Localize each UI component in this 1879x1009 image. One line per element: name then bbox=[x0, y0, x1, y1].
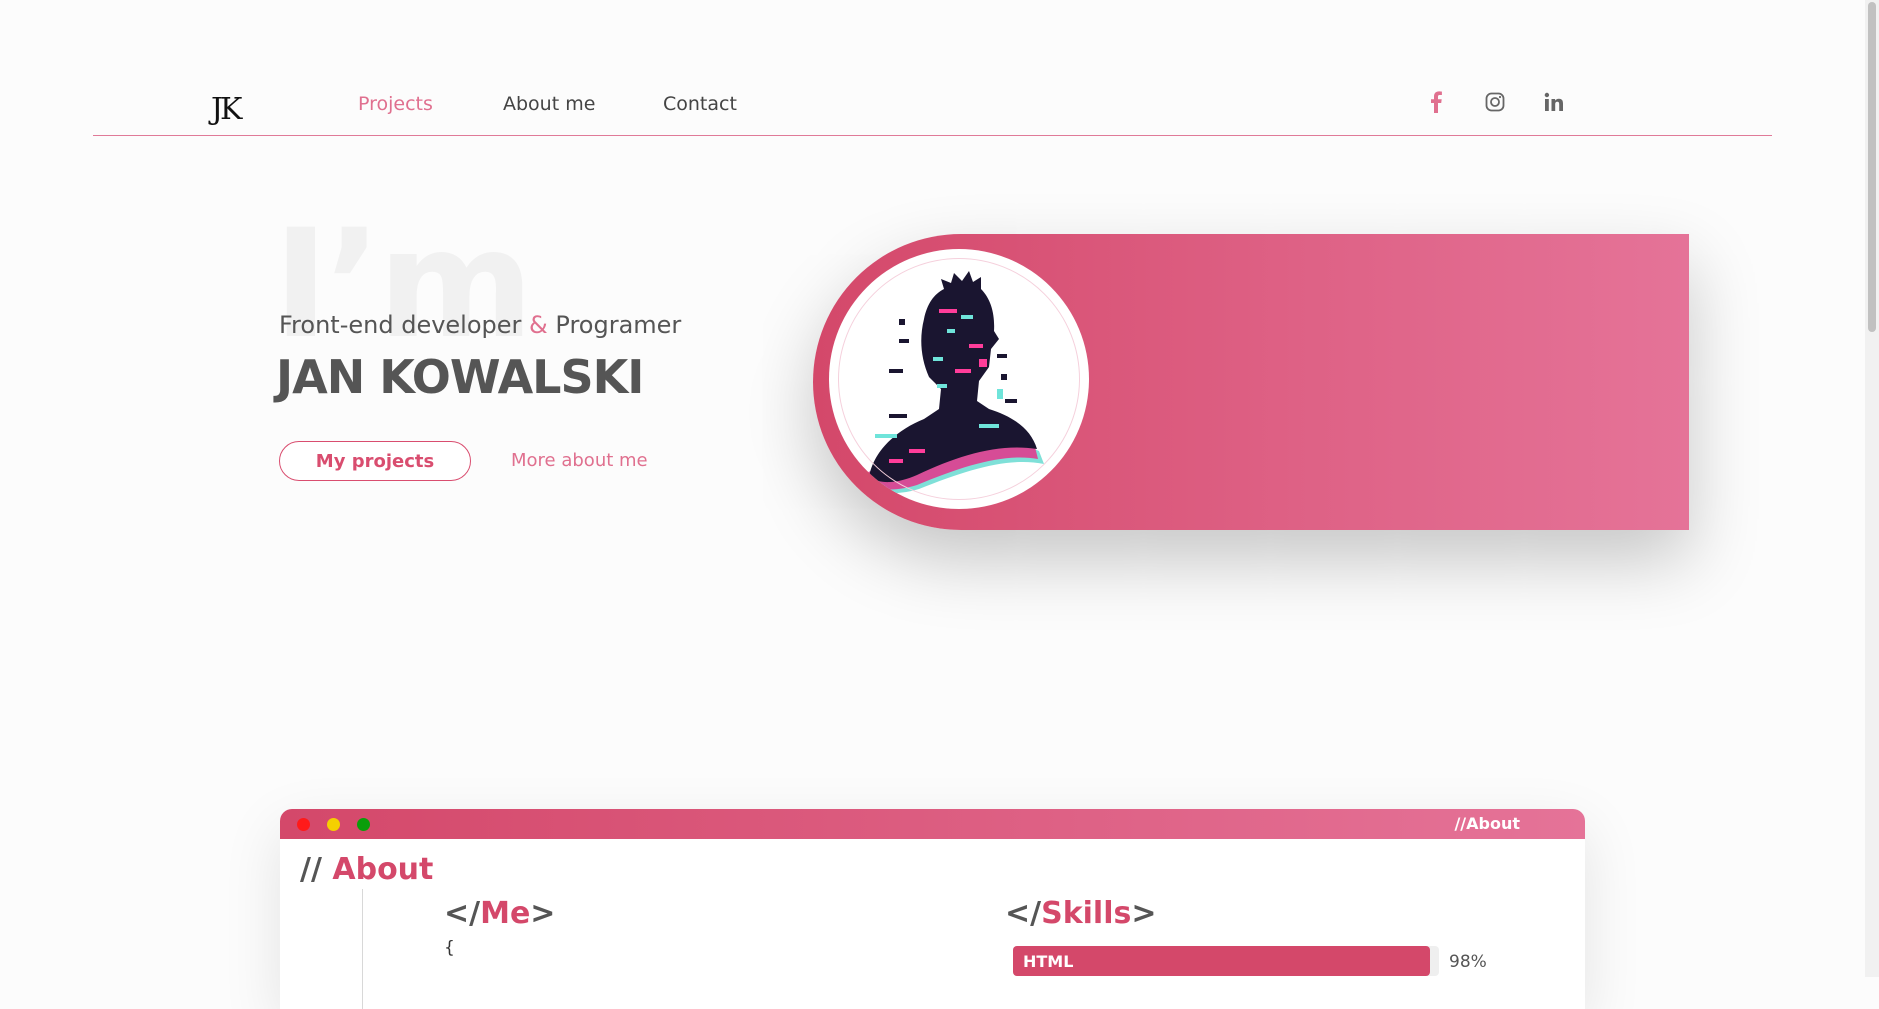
nav-link-contact[interactable]: Contact bbox=[663, 93, 737, 115]
skill-bar-html: HTML bbox=[1013, 946, 1439, 976]
avatar-ring bbox=[838, 258, 1080, 500]
minimize-dot-icon[interactable] bbox=[327, 818, 340, 831]
skills-word: Skills bbox=[1041, 896, 1132, 931]
skills-close-tag: > bbox=[1131, 896, 1157, 931]
my-projects-button[interactable]: My projects bbox=[279, 441, 471, 481]
about-heading-word: About bbox=[332, 852, 434, 887]
code-gutter-line bbox=[362, 889, 363, 1009]
site-logo[interactable]: JK bbox=[211, 92, 243, 127]
avatar bbox=[829, 249, 1089, 509]
code-brace: { bbox=[444, 938, 455, 958]
nav-link-projects[interactable]: Projects bbox=[358, 93, 433, 115]
maximize-dot-icon[interactable] bbox=[357, 818, 370, 831]
subtitle-part2: Programer bbox=[555, 311, 682, 339]
skills-heading: </Skills> bbox=[1005, 896, 1157, 931]
me-heading: </Me> bbox=[444, 896, 555, 931]
about-heading: // About bbox=[300, 852, 433, 887]
window-titlebar: //About bbox=[280, 809, 1585, 839]
me-word: Me bbox=[480, 896, 531, 931]
skill-bar-fill bbox=[1013, 946, 1431, 976]
linkedin-icon[interactable] bbox=[1540, 88, 1568, 116]
about-window: //About // About </Me> { </Skills> HTML … bbox=[280, 809, 1585, 1009]
scrollbar-thumb[interactable] bbox=[1868, 2, 1876, 332]
titlebar-label: //About bbox=[1454, 814, 1520, 833]
facebook-icon[interactable] bbox=[1422, 88, 1450, 116]
me-close-tag: > bbox=[530, 896, 556, 931]
skill-name: HTML bbox=[1023, 952, 1074, 971]
subtitle-ampersand: & bbox=[529, 311, 548, 339]
top-navigation: JK Projects About me Contact bbox=[93, 0, 1772, 136]
hero-name: JAN KOWALSKI bbox=[276, 350, 644, 404]
skills-open-tag: </ bbox=[1005, 896, 1042, 931]
close-dot-icon[interactable] bbox=[297, 818, 310, 831]
skill-percent: 98% bbox=[1449, 952, 1487, 972]
me-open-tag: </ bbox=[444, 896, 481, 931]
instagram-icon[interactable] bbox=[1481, 88, 1509, 116]
about-heading-prefix: // bbox=[300, 852, 322, 887]
page-scrollbar[interactable] bbox=[1865, 0, 1879, 977]
subtitle-part1: Front-end developer bbox=[279, 311, 522, 339]
nav-link-about-me[interactable]: About me bbox=[503, 93, 595, 115]
hero-subtitle: Front-end developer & Programer bbox=[279, 311, 681, 339]
more-about-me-link[interactable]: More about me bbox=[511, 450, 648, 471]
